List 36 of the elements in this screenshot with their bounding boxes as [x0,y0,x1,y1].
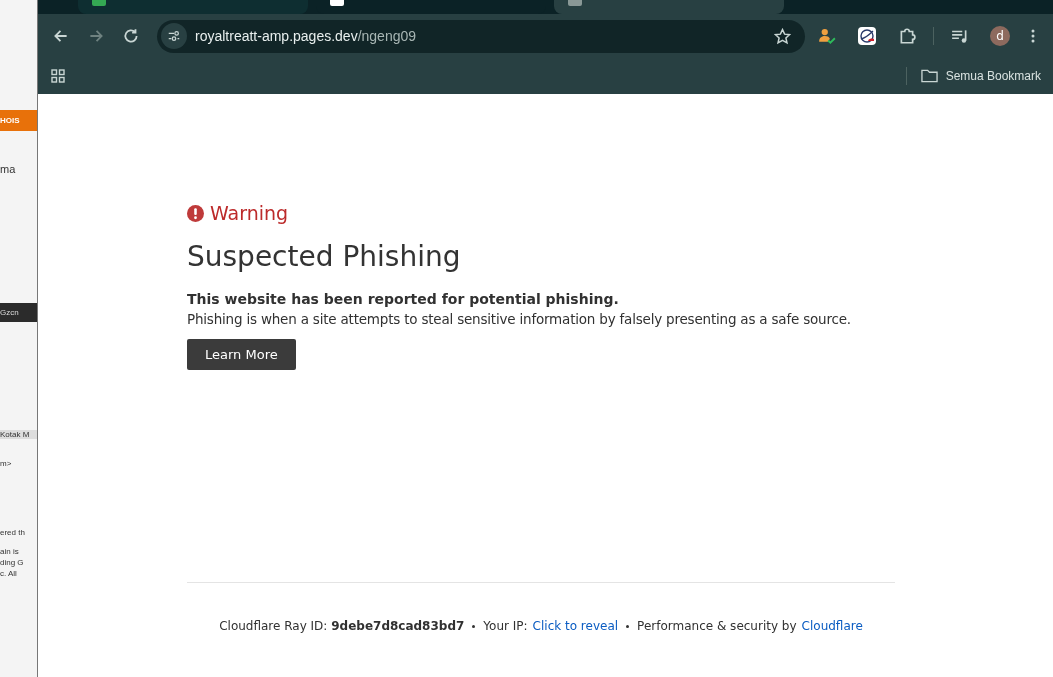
menu-icon[interactable] [1030,27,1036,45]
background-window-text: ma [0,163,17,175]
person-check-icon[interactable] [818,27,836,45]
all-bookmarks-button[interactable]: Semua Bookmark [920,69,1041,83]
background-window-text: Gzcn [0,303,37,322]
warning-label: Warning [210,202,289,224]
background-window-text: c. All [0,569,18,578]
bullet-icon [626,624,630,628]
background-window-text: ding G [0,558,25,567]
performance-label: Performance & security by [637,619,797,633]
bullet-icon [472,624,476,628]
background-window-text: ered th [0,528,26,537]
extensions-icon[interactable] [898,27,916,45]
body-text: Phishing is when a site attempts to steal sensitive information by falsely presenting as a safe source. [187,311,852,327]
background-window-text: ain is [0,547,20,556]
reveal-ip-link[interactable]: Click to reveal [532,619,619,633]
profile-avatar[interactable]: d [990,26,1010,46]
site-settings-icon[interactable] [161,23,187,49]
page-title: Suspected Phishing [187,240,462,273]
media-queue-icon[interactable] [951,27,969,45]
cloudflare-link[interactable]: Cloudflare [801,619,863,633]
warning-icon [187,204,204,222]
ray-id-text: Cloudflare Ray ID: 9debe7d8cad83bd7 [219,619,465,633]
url-text: royaltreatt-amp.pages.dev/ngeng09 [195,28,418,44]
ip-label: Your IP: [483,619,528,633]
lead-text: This website has been reported for potential phishing. [187,291,620,307]
background-window-text: Kotak M [0,430,37,439]
background-window-text: HOIS [0,110,37,131]
bookmark-star-icon[interactable] [774,27,791,45]
address-bar[interactable]: royaltreatt-amp.pages.dev/ngeng09 [157,19,805,53]
folder-icon [920,69,938,83]
extension-logo-icon[interactable] [858,27,876,45]
learn-more-button[interactable]: Learn More [187,339,296,370]
apps-grid-icon[interactable] [50,68,66,84]
background-window-text: m> [0,459,13,468]
reload-icon[interactable] [122,27,140,45]
